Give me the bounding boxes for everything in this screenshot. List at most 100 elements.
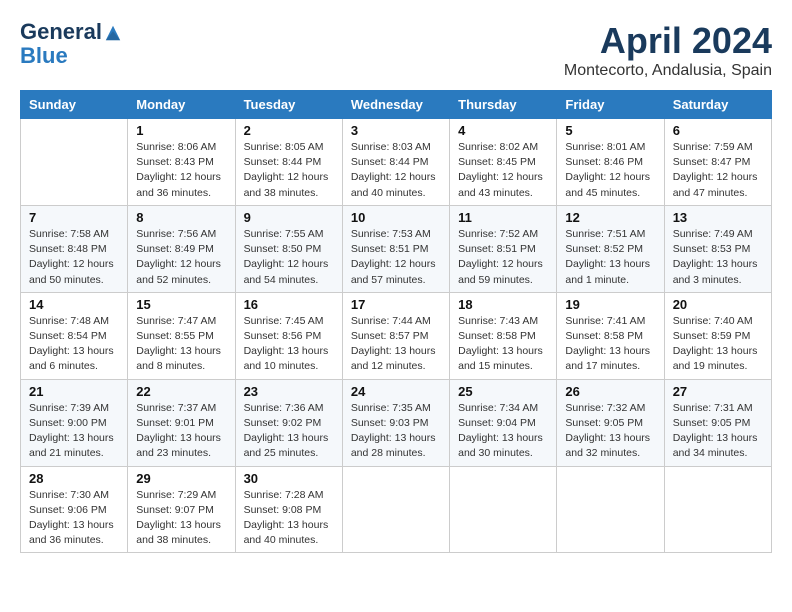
day-number: 9 [244, 210, 334, 225]
day-number: 28 [29, 471, 119, 486]
calendar-cell: 18Sunrise: 7:43 AM Sunset: 8:58 PM Dayli… [450, 292, 557, 379]
day-info: Sunrise: 7:55 AM Sunset: 8:50 PM Dayligh… [244, 227, 334, 288]
day-info: Sunrise: 7:37 AM Sunset: 9:01 PM Dayligh… [136, 401, 226, 462]
calendar-week-row: 1 Sunrise: 8:06 AM Sunset: 8:43 PM Daylig… [21, 119, 772, 206]
calendar-cell: 11 Sunrise: 7:52 AM Sunset: 8:51 PM Dayli… [450, 205, 557, 292]
day-info: Sunrise: 8:01 AM Sunset: 8:46 PM Dayligh… [565, 140, 655, 201]
calendar-cell: 3 Sunrise: 8:03 AM Sunset: 8:44 PM Daylig… [342, 119, 449, 206]
day-number: 26 [565, 384, 655, 399]
day-number: 20 [673, 297, 763, 312]
calendar-table: SundayMondayTuesdayWednesdayThursdayFrid… [20, 90, 772, 553]
day-info: Sunrise: 7:44 AM Sunset: 8:57 PM Dayligh… [351, 314, 441, 375]
day-number: 4 [458, 123, 548, 138]
logo-icon [104, 24, 122, 42]
day-number: 12 [565, 210, 655, 225]
month-title: April 2024 [564, 20, 772, 62]
calendar-header-row: SundayMondayTuesdayWednesdayThursdayFrid… [21, 91, 772, 119]
day-number: 29 [136, 471, 226, 486]
day-info: Sunrise: 8:03 AM Sunset: 8:44 PM Dayligh… [351, 140, 441, 201]
calendar-cell: 9 Sunrise: 7:55 AM Sunset: 8:50 PM Daylig… [235, 205, 342, 292]
calendar-cell: 2 Sunrise: 8:05 AM Sunset: 8:44 PM Daylig… [235, 119, 342, 206]
calendar-cell: 19Sunrise: 7:41 AM Sunset: 8:58 PM Dayli… [557, 292, 664, 379]
calendar-cell: 27Sunrise: 7:31 AM Sunset: 9:05 PM Dayli… [664, 379, 771, 466]
day-number: 27 [673, 384, 763, 399]
page-header: General Blue April 2024 Montecorto, Anda… [20, 20, 772, 80]
day-number: 1 [136, 123, 226, 138]
day-info: Sunrise: 7:29 AM Sunset: 9:07 PM Dayligh… [136, 488, 226, 549]
calendar-cell: 12Sunrise: 7:51 AM Sunset: 8:52 PM Dayli… [557, 205, 664, 292]
calendar-cell: 16 Sunrise: 7:45 AM Sunset: 8:56 PM Dayli… [235, 292, 342, 379]
calendar-cell: 17 Sunrise: 7:44 AM Sunset: 8:57 PM Dayli… [342, 292, 449, 379]
day-number: 8 [136, 210, 226, 225]
day-info: Sunrise: 8:05 AM Sunset: 8:44 PM Dayligh… [244, 140, 334, 201]
calendar-cell: 7 Sunrise: 7:58 AM Sunset: 8:48 PM Daylig… [21, 205, 128, 292]
calendar-cell: 30 Sunrise: 7:28 AM Sunset: 9:08 PM Dayli… [235, 466, 342, 553]
day-number: 25 [458, 384, 548, 399]
calendar-cell: 4 Sunrise: 8:02 AM Sunset: 8:45 PM Daylig… [450, 119, 557, 206]
day-info: Sunrise: 7:53 AM Sunset: 8:51 PM Dayligh… [351, 227, 441, 288]
calendar-cell: 10Sunrise: 7:53 AM Sunset: 8:51 PM Dayli… [342, 205, 449, 292]
day-info: Sunrise: 7:56 AM Sunset: 8:49 PM Dayligh… [136, 227, 226, 288]
day-number: 7 [29, 210, 119, 225]
calendar-cell: 23 Sunrise: 7:36 AM Sunset: 9:02 PM Dayli… [235, 379, 342, 466]
logo-general: General [20, 19, 102, 44]
day-info: Sunrise: 7:30 AM Sunset: 9:06 PM Dayligh… [29, 488, 119, 549]
calendar-cell: 24 Sunrise: 7:35 AM Sunset: 9:03 PM Dayli… [342, 379, 449, 466]
calendar-cell: 15Sunrise: 7:47 AM Sunset: 8:55 PM Dayli… [128, 292, 235, 379]
day-number: 2 [244, 123, 334, 138]
column-header-monday: Monday [128, 91, 235, 119]
calendar-cell: 21 Sunrise: 7:39 AM Sunset: 9:00 PM Dayli… [21, 379, 128, 466]
day-info: Sunrise: 7:47 AM Sunset: 8:55 PM Dayligh… [136, 314, 226, 375]
calendar-cell: 14Sunrise: 7:48 AM Sunset: 8:54 PM Dayli… [21, 292, 128, 379]
calendar-cell: 5Sunrise: 8:01 AM Sunset: 8:46 PM Daylig… [557, 119, 664, 206]
day-number: 16 [244, 297, 334, 312]
day-number: 13 [673, 210, 763, 225]
calendar-cell: 1 Sunrise: 8:06 AM Sunset: 8:43 PM Daylig… [128, 119, 235, 206]
day-number: 17 [351, 297, 441, 312]
day-info: Sunrise: 7:36 AM Sunset: 9:02 PM Dayligh… [244, 401, 334, 462]
calendar-cell: 26 Sunrise: 7:32 AM Sunset: 9:05 PM Dayli… [557, 379, 664, 466]
calendar-cell: 22 Sunrise: 7:37 AM Sunset: 9:01 PM Dayli… [128, 379, 235, 466]
day-number: 19 [565, 297, 655, 312]
day-info: Sunrise: 7:48 AM Sunset: 8:54 PM Dayligh… [29, 314, 119, 375]
day-info: Sunrise: 7:39 AM Sunset: 9:00 PM Dayligh… [29, 401, 119, 462]
column-header-tuesday: Tuesday [235, 91, 342, 119]
day-info: Sunrise: 7:52 AM Sunset: 8:51 PM Dayligh… [458, 227, 548, 288]
calendar-cell: 29 Sunrise: 7:29 AM Sunset: 9:07 PM Dayli… [128, 466, 235, 553]
day-info: Sunrise: 7:49 AM Sunset: 8:53 PM Dayligh… [673, 227, 763, 288]
day-number: 11 [458, 210, 548, 225]
title-area: April 2024 Montecorto, Andalusia, Spain [564, 20, 772, 80]
day-info: Sunrise: 7:58 AM Sunset: 8:48 PM Dayligh… [29, 227, 119, 288]
calendar-cell: 28 Sunrise: 7:30 AM Sunset: 9:06 PM Dayli… [21, 466, 128, 553]
day-info: Sunrise: 7:43 AM Sunset: 8:58 PM Dayligh… [458, 314, 548, 375]
calendar-week-row: 21 Sunrise: 7:39 AM Sunset: 9:00 PM Dayli… [21, 379, 772, 466]
column-header-friday: Friday [557, 91, 664, 119]
column-header-saturday: Saturday [664, 91, 771, 119]
logo-blue: Blue [20, 43, 68, 68]
logo: General Blue [20, 20, 122, 68]
calendar-cell [557, 466, 664, 553]
day-info: Sunrise: 8:02 AM Sunset: 8:45 PM Dayligh… [458, 140, 548, 201]
day-info: Sunrise: 7:45 AM Sunset: 8:56 PM Dayligh… [244, 314, 334, 375]
calendar-cell [664, 466, 771, 553]
day-info: Sunrise: 7:28 AM Sunset: 9:08 PM Dayligh… [244, 488, 334, 549]
calendar-week-row: 28 Sunrise: 7:30 AM Sunset: 9:06 PM Dayli… [21, 466, 772, 553]
calendar-week-row: 14Sunrise: 7:48 AM Sunset: 8:54 PM Dayli… [21, 292, 772, 379]
calendar-cell: 13 Sunrise: 7:49 AM Sunset: 8:53 PM Dayli… [664, 205, 771, 292]
day-number: 24 [351, 384, 441, 399]
column-header-thursday: Thursday [450, 91, 557, 119]
column-header-wednesday: Wednesday [342, 91, 449, 119]
calendar-cell: 8 Sunrise: 7:56 AM Sunset: 8:49 PM Daylig… [128, 205, 235, 292]
day-info: Sunrise: 8:06 AM Sunset: 8:43 PM Dayligh… [136, 140, 226, 201]
calendar-cell: 20Sunrise: 7:40 AM Sunset: 8:59 PM Dayli… [664, 292, 771, 379]
day-info: Sunrise: 7:34 AM Sunset: 9:04 PM Dayligh… [458, 401, 548, 462]
day-number: 30 [244, 471, 334, 486]
day-number: 23 [244, 384, 334, 399]
day-info: Sunrise: 7:35 AM Sunset: 9:03 PM Dayligh… [351, 401, 441, 462]
day-info: Sunrise: 7:32 AM Sunset: 9:05 PM Dayligh… [565, 401, 655, 462]
day-number: 3 [351, 123, 441, 138]
day-number: 21 [29, 384, 119, 399]
day-number: 22 [136, 384, 226, 399]
calendar-cell: 25 Sunrise: 7:34 AM Sunset: 9:04 PM Dayli… [450, 379, 557, 466]
day-number: 6 [673, 123, 763, 138]
